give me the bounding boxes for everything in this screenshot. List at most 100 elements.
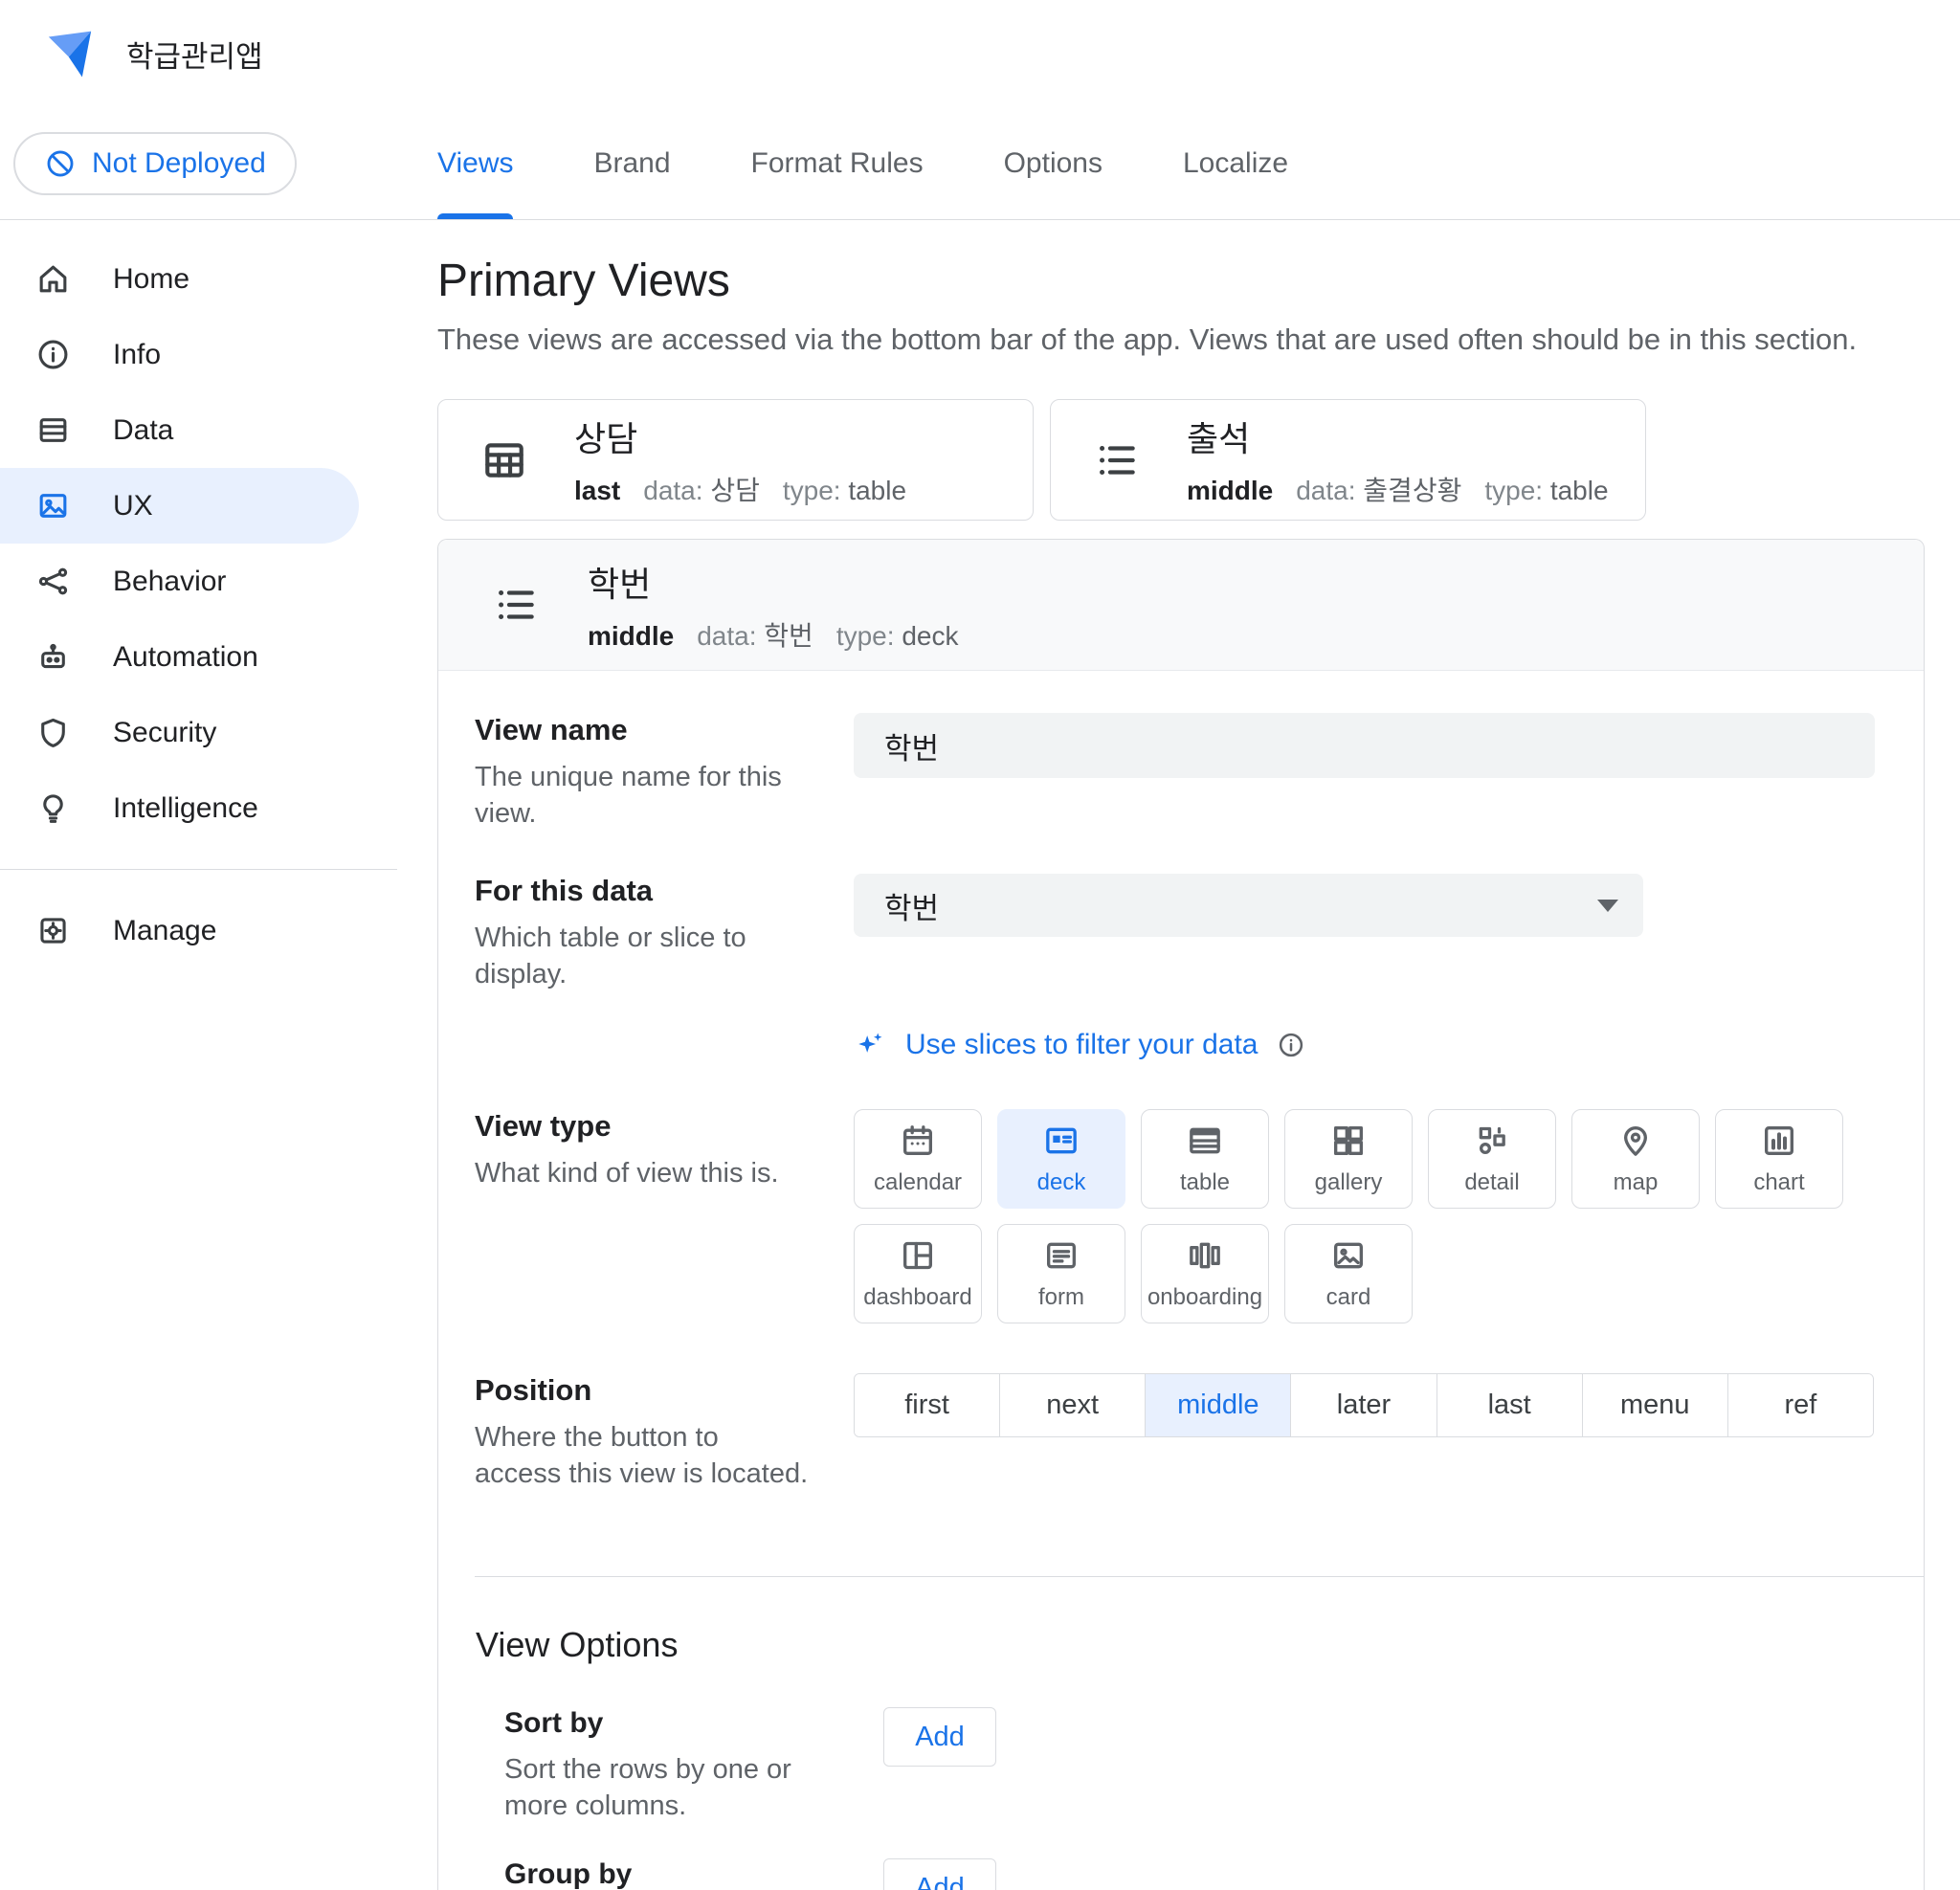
page-subtitle: These views are accessed via the bottom … — [437, 322, 1960, 357]
position-first[interactable]: first — [855, 1374, 999, 1436]
tab-format-rules[interactable]: Format Rules — [751, 107, 924, 219]
sidebar-item-label: Behavior — [113, 566, 226, 598]
not-deployed-pill[interactable]: Not Deployed — [13, 132, 297, 195]
sidebar-item-label: Security — [113, 717, 216, 749]
primary-view-cards: 상담 last data: 상담 type: table 출석 middle d… — [437, 399, 1960, 521]
view-type-label: View type — [475, 1109, 812, 1144]
group-by-add-button[interactable]: Add — [883, 1858, 996, 1890]
sort-by-row: Sort by Sort the rows by one or more col… — [438, 1707, 1924, 1824]
position-menu[interactable]: menu — [1582, 1374, 1727, 1436]
position-last[interactable]: last — [1437, 1374, 1582, 1436]
position-segmented-control: first next middle later last menu ref — [854, 1373, 1874, 1437]
sort-by-text: Sort by Sort the rows by one or more col… — [504, 1707, 883, 1824]
position-option-label: last — [1488, 1390, 1531, 1421]
position-option-label: ref — [1784, 1390, 1816, 1421]
dashboard-icon — [899, 1236, 937, 1275]
sidebar-item-automation[interactable]: Automation — [0, 619, 397, 695]
view-type-option-label: detail — [1464, 1169, 1519, 1196]
view-type-deck[interactable]: deck — [997, 1109, 1125, 1209]
sidebar-item-manage[interactable]: Manage — [0, 893, 397, 968]
deck-icon — [1042, 1122, 1080, 1160]
sidebar-item-label: Automation — [113, 641, 258, 674]
view-type-card[interactable]: card — [1284, 1224, 1413, 1323]
detail-icon — [1473, 1122, 1511, 1160]
tab-localize[interactable]: Localize — [1183, 107, 1288, 219]
view-type-dashboard[interactable]: dashboard — [854, 1224, 982, 1323]
view-type-gallery[interactable]: gallery — [1284, 1109, 1413, 1209]
for-this-data-select[interactable]: 학번 — [854, 874, 1643, 937]
sidebar-item-label: UX — [113, 490, 153, 523]
view-type-option-label: map — [1614, 1169, 1659, 1196]
chart-icon — [1760, 1122, 1798, 1160]
ux-image-icon — [35, 488, 71, 523]
view-card-text: 상담 last data: 상담 type: table — [574, 411, 906, 508]
sidebar-item-behavior[interactable]: Behavior — [0, 544, 397, 619]
tab-options[interactable]: Options — [1004, 107, 1102, 219]
calendar-icon — [899, 1122, 937, 1160]
view-type-table[interactable]: table — [1141, 1109, 1269, 1209]
view-type-form[interactable]: form — [997, 1224, 1125, 1323]
view-type: type: deck — [836, 621, 959, 652]
view-type-chart[interactable]: chart — [1715, 1109, 1843, 1209]
position-description: Where the button to access this view is … — [475, 1419, 812, 1492]
position-option-label: later — [1337, 1390, 1391, 1421]
appsheet-logo[interactable] — [40, 27, 100, 80]
view-card-chulseok[interactable]: 출석 middle data: 출결상황 type: table — [1050, 399, 1646, 521]
tab-views[interactable]: Views — [437, 107, 513, 219]
view-type-option-label: onboarding — [1147, 1284, 1262, 1311]
sidebar-item-security[interactable]: Security — [0, 695, 397, 770]
use-slices-link[interactable]: Use slices to filter your data — [905, 1029, 1258, 1061]
view-type-option-label: form — [1038, 1284, 1084, 1311]
view-type-onboarding[interactable]: onboarding — [1141, 1224, 1269, 1323]
sidebar-item-ux[interactable]: UX — [0, 468, 359, 544]
gallery-icon — [1329, 1122, 1368, 1160]
sort-by-add-button[interactable]: Add — [883, 1707, 996, 1767]
position-later[interactable]: later — [1290, 1374, 1436, 1436]
view-card-meta: last data: 상담 type: table — [574, 470, 906, 508]
view-type-calendar[interactable]: calendar — [854, 1109, 982, 1209]
sidebar-item-intelligence[interactable]: Intelligence — [0, 770, 397, 846]
view-name-input[interactable] — [854, 713, 1875, 778]
tab-brand-label: Brand — [593, 147, 670, 180]
view-type-detail[interactable]: detail — [1428, 1109, 1556, 1209]
view-card-sangdam[interactable]: 상담 last data: 상담 type: table — [437, 399, 1034, 521]
tab-views-label: Views — [437, 147, 513, 180]
view-type-option-label: chart — [1753, 1169, 1804, 1196]
position-label: Position — [475, 1373, 812, 1408]
group-by-label: Group by — [504, 1858, 830, 1890]
view-type-row: View type What kind of view this is. cal… — [438, 1109, 1924, 1323]
position-middle[interactable]: middle — [1145, 1374, 1290, 1436]
view-name-label: View name — [475, 713, 812, 747]
list-view-icon — [1093, 436, 1141, 484]
view-type-description: What kind of view this is. — [475, 1155, 812, 1191]
sidebar-item-home[interactable]: Home — [0, 241, 397, 317]
view-name-row: View name The unique name for this view. — [438, 713, 1924, 832]
tab-format-rules-label: Format Rules — [751, 147, 924, 180]
tab-brand[interactable]: Brand — [593, 107, 670, 219]
table-icon — [1186, 1122, 1224, 1160]
form-icon — [1042, 1236, 1080, 1275]
view-type-map[interactable]: map — [1571, 1109, 1700, 1209]
dropdown-caret-icon — [1597, 900, 1618, 912]
position-next[interactable]: next — [999, 1374, 1145, 1436]
deploy-status-label: Not Deployed — [92, 147, 266, 180]
view-data: data: 출결상황 — [1296, 470, 1461, 508]
view-type: type: table — [1484, 476, 1608, 506]
sidebar-item-data[interactable]: Data — [0, 392, 397, 468]
sparkle-icon — [854, 1029, 886, 1061]
view-type: type: table — [783, 476, 906, 506]
tab-options-label: Options — [1004, 147, 1102, 180]
sidebar-item-info[interactable]: Info — [0, 317, 397, 392]
view-position: middle — [588, 621, 674, 652]
expanded-view-header[interactable]: 학번 middle data: 학번 type: deck — [438, 540, 1924, 671]
main-content: Primary Views These views are accessed v… — [397, 220, 1960, 1890]
card-icon — [1329, 1236, 1368, 1275]
view-name-description: The unique name for this view. — [475, 759, 812, 832]
position-ref[interactable]: ref — [1727, 1374, 1873, 1436]
view-data: data: 상담 — [643, 470, 760, 508]
body-row: Home Info Data UX Behavior Automation Se… — [0, 220, 1960, 1890]
expanded-view-text: 학번 middle data: 학번 type: deck — [588, 557, 958, 654]
tab-localize-label: Localize — [1183, 147, 1288, 180]
info-icon[interactable] — [1277, 1031, 1305, 1059]
manage-gear-icon — [35, 913, 71, 948]
